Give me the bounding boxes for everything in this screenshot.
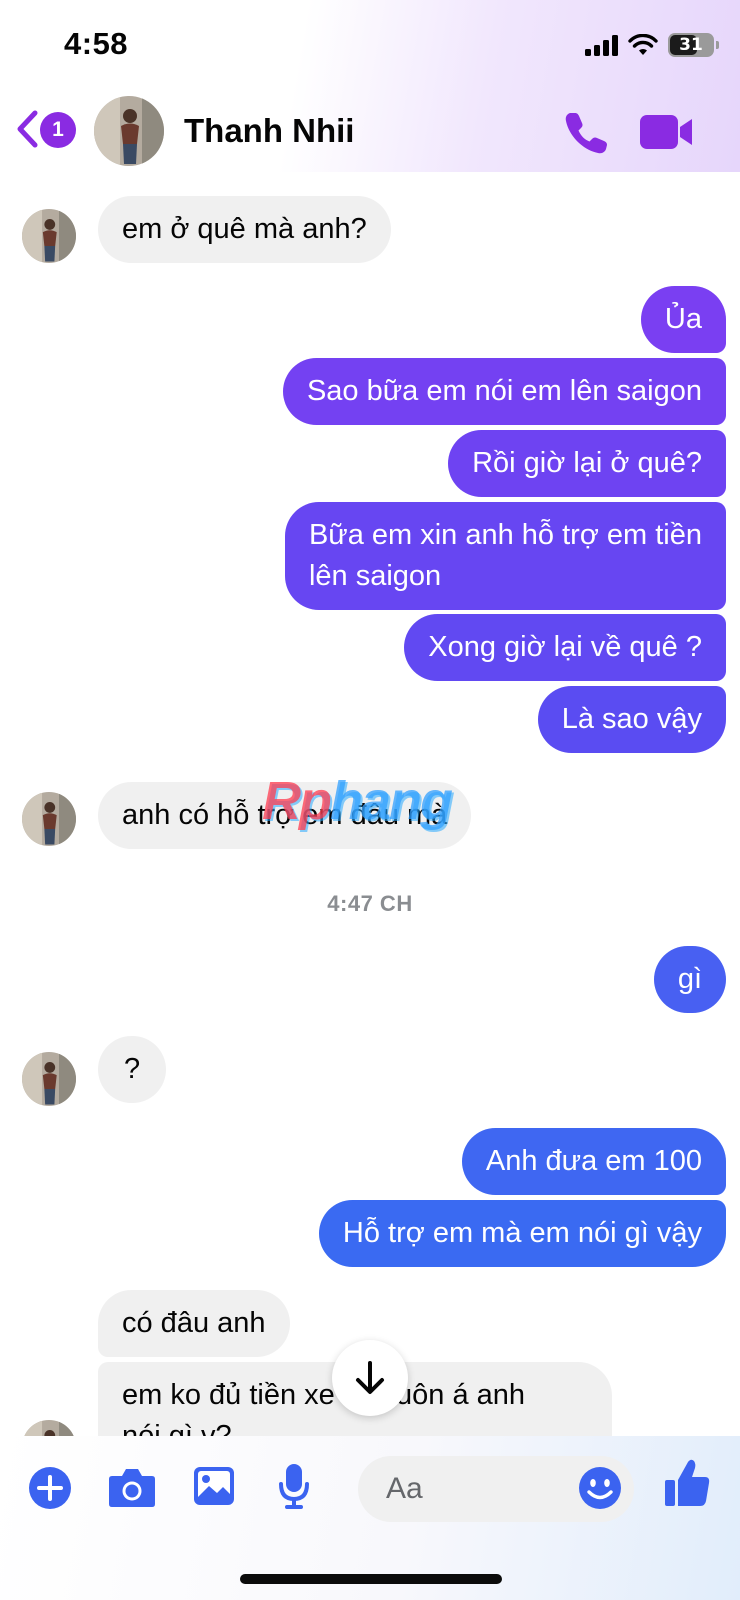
microphone-icon [279, 1464, 309, 1509]
phone-icon [565, 113, 607, 154]
emoji-button[interactable] [578, 1466, 622, 1510]
message-line: Bữa em xin anh hỗ trợ em tiền [308, 519, 702, 551]
status-icons: 31 [585, 30, 719, 60]
contact-name[interactable]: Thanh Nhii [184, 112, 354, 150]
message-incoming[interactable]: có đâu anh [98, 1290, 290, 1357]
sender-avatar[interactable] [22, 1052, 76, 1106]
avatar-photo [22, 792, 76, 846]
camera-icon [109, 1469, 155, 1507]
message-outgoing[interactable]: Hỗ trợ em mà em nói gì vậy [318, 1200, 726, 1267]
video-camera-icon [640, 115, 692, 149]
chevron-left-icon [17, 110, 38, 148]
message-outgoing[interactable]: gì [653, 946, 726, 1013]
message-outgoing[interactable]: Là sao vậy [537, 686, 726, 753]
message-line: lên saigon [308, 560, 442, 592]
wifi-icon [628, 34, 658, 55]
contact-avatar[interactable] [94, 96, 164, 166]
voice-call-button[interactable] [562, 108, 610, 156]
battery-level: 31 [679, 35, 703, 55]
add-button[interactable] [28, 1466, 72, 1515]
unread-badge: 1 [40, 112, 76, 148]
thumbs-up-icon [665, 1459, 710, 1506]
message-outgoing[interactable]: Xong giờ lại về quê ? [404, 614, 726, 681]
status-time: 4:58 [64, 26, 129, 61]
image-icon [194, 1467, 234, 1505]
home-indicator [240, 1574, 502, 1584]
message-outgoing[interactable]: Sao bữa em nói em lên saigon [282, 358, 726, 425]
message-outgoing[interactable]: Rồi giờ lại ở quê? [448, 430, 726, 497]
smiley-icon [579, 1467, 621, 1509]
voice-message-button[interactable] [278, 1462, 310, 1515]
like-button[interactable] [664, 1458, 710, 1513]
avatar-photo [94, 96, 164, 166]
message-input[interactable] [386, 1472, 566, 1506]
gallery-button[interactable] [192, 1465, 236, 1512]
message-incoming[interactable]: anh có hỗ trợ em đâu mà [98, 782, 472, 849]
message-incoming[interactable]: em ở quê mà anh? [98, 196, 391, 263]
arrow-down-icon [356, 1361, 384, 1394]
message-timestamp: 4:47 CH [327, 891, 413, 916]
message-outgoing[interactable]: Ủa [640, 286, 726, 353]
scroll-to-bottom-button[interactable] [332, 1340, 408, 1416]
camera-button[interactable] [108, 1466, 156, 1513]
video-call-button[interactable] [640, 112, 694, 152]
sender-avatar[interactable] [22, 792, 76, 846]
battery-icon: 31 [668, 33, 719, 57]
message-incoming[interactable]: ? [98, 1036, 167, 1103]
message-outgoing[interactable]: Bữa em xin anh hỗ trợ em tiền lên saigon [284, 502, 726, 610]
plus-circle-icon [29, 1467, 71, 1509]
message-outgoing[interactable]: Anh đưa em 100 [461, 1128, 726, 1195]
cellular-signal-icon [585, 34, 618, 56]
avatar-photo [22, 209, 76, 263]
avatar-photo [22, 1052, 76, 1106]
sender-avatar[interactable] [22, 209, 76, 263]
